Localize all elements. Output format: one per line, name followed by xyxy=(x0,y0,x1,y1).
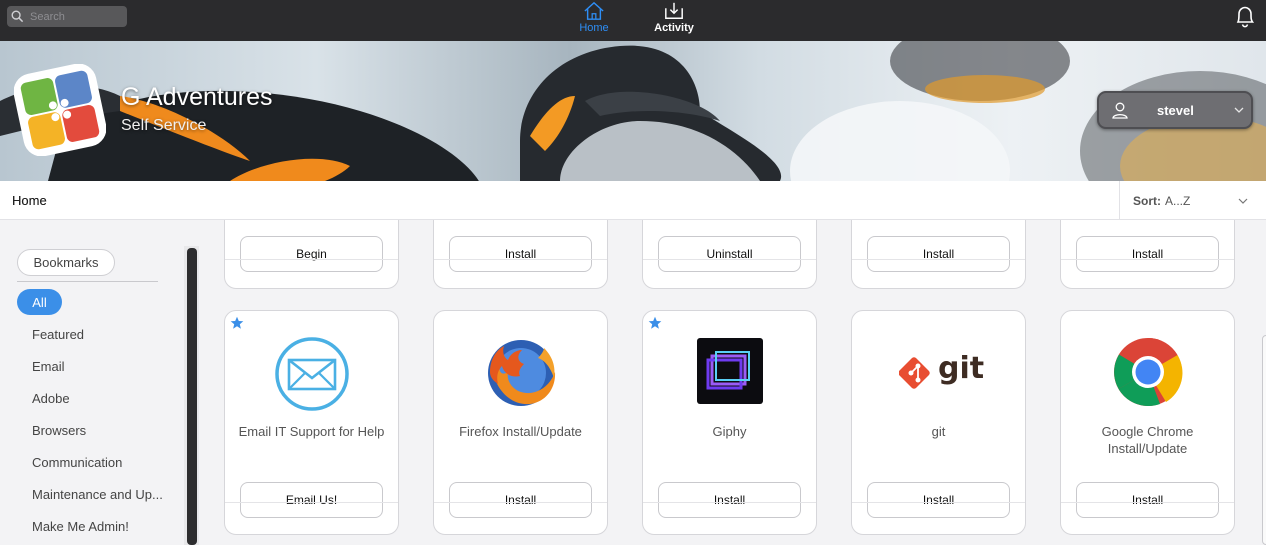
card-divider xyxy=(643,502,816,503)
app-name: Giphy xyxy=(712,424,747,439)
card-divider xyxy=(225,259,398,260)
app-card-email-support: Email IT Support for Help Email Us! xyxy=(224,310,399,535)
email-us-button[interactable]: Email Us! xyxy=(240,482,383,518)
install-button[interactable]: Install xyxy=(449,482,592,518)
app-card-firefox: Firefox Install/Update Install xyxy=(433,310,608,535)
sidebar-item-all[interactable]: All xyxy=(17,289,62,315)
sidebar-item-communication[interactable]: Communication xyxy=(32,455,122,470)
sidebar-divider xyxy=(17,281,158,282)
app-name: git xyxy=(931,424,946,439)
breadcrumb-bar-backdrop xyxy=(199,182,1266,220)
firefox-icon xyxy=(487,340,555,406)
card-divider xyxy=(1061,502,1234,503)
card-divider xyxy=(225,502,398,503)
card-divider xyxy=(852,259,1025,260)
install-button[interactable]: Install xyxy=(1076,236,1219,272)
app-card-git: git git Install xyxy=(851,310,1026,535)
home-icon xyxy=(584,1,604,20)
git-logo-text: git xyxy=(938,351,985,386)
tab-home-label: Home xyxy=(579,22,609,34)
chevron-down-icon xyxy=(1234,107,1244,113)
card-divider xyxy=(1061,259,1234,260)
app-name: Google Chrome Install/Update xyxy=(1101,424,1194,456)
card-divider xyxy=(434,259,607,260)
sidebar-item-featured[interactable]: Featured xyxy=(32,327,84,342)
uninstall-button[interactable]: Uninstall xyxy=(658,236,801,272)
install-button[interactable]: Install xyxy=(449,236,592,272)
sidebar-item-make-me-admin[interactable]: Make Me Admin! xyxy=(32,519,129,534)
featured-star-icon xyxy=(648,316,662,329)
install-button[interactable]: Install xyxy=(1076,482,1219,518)
tab-activity[interactable]: Activity xyxy=(644,0,704,41)
app-card-chrome: Google Chrome Install/Update Install xyxy=(1060,310,1235,535)
begin-button[interactable]: Begin xyxy=(240,236,383,272)
install-button[interactable]: Install xyxy=(658,482,801,518)
tab-home[interactable]: Home xyxy=(564,0,624,41)
card-divider xyxy=(852,502,1025,503)
sidebar-scrollbar-thumb[interactable] xyxy=(187,248,197,545)
search-input[interactable]: Search xyxy=(7,6,127,27)
top-bar: Search Home Activity xyxy=(0,0,1266,41)
giphy-icon xyxy=(696,338,763,404)
app-card-giphy: Giphy Install xyxy=(642,310,817,535)
breadcrumb[interactable]: Home xyxy=(12,193,47,208)
right-panel-edge xyxy=(1262,335,1266,545)
user-icon xyxy=(1112,102,1128,119)
download-tray-icon xyxy=(665,2,683,19)
app-name: Firefox Install/Update xyxy=(459,424,582,439)
install-button[interactable]: Install xyxy=(867,482,1010,518)
app-name: Email IT Support for Help xyxy=(238,424,385,439)
install-button[interactable]: Install xyxy=(867,236,1010,272)
brand-logo xyxy=(14,64,106,156)
envelope-icon xyxy=(274,337,349,411)
header-banner: G Adventures Self Service stevel xyxy=(0,41,1266,181)
brand-title: G Adventures xyxy=(121,83,273,111)
tab-activity-label: Activity xyxy=(654,22,694,34)
sidebar-item-browsers[interactable]: Browsers xyxy=(32,423,86,438)
sidebar-item-maintenance[interactable]: Maintenance and Up... xyxy=(32,487,163,502)
sidebar-item-adobe[interactable]: Adobe xyxy=(32,391,70,406)
search-placeholder: Search xyxy=(30,10,65,23)
username: stevel xyxy=(1157,102,1194,118)
bookmarks-button[interactable]: Bookmarks xyxy=(17,249,115,276)
sidebar: Bookmarks All Featured Email Adobe Brows… xyxy=(0,220,199,545)
card-divider xyxy=(434,502,607,503)
brand-subtitle: Self Service xyxy=(121,117,207,134)
sidebar-item-email[interactable]: Email xyxy=(32,359,65,374)
featured-star-icon xyxy=(230,316,244,329)
user-menu[interactable]: stevel xyxy=(1097,91,1253,129)
chrome-icon xyxy=(1113,338,1182,407)
card-divider xyxy=(643,259,816,260)
bell-icon[interactable] xyxy=(1233,4,1257,30)
search-icon xyxy=(11,10,24,23)
